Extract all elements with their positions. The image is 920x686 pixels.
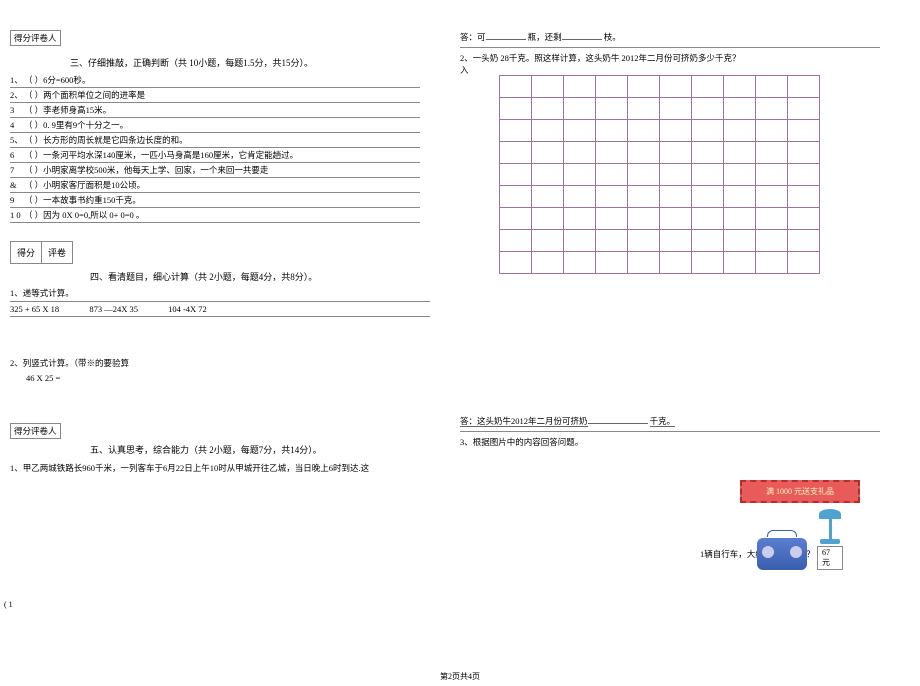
question-2: 2、一头奶 28千克。照这样计算，这头奶牛 2012年二月份可挤奶多少千克？ — [460, 52, 870, 64]
page-footer: 第2页共4页 — [440, 671, 480, 682]
judge-q8: &（ ）小明家客厅面积是10公顷。 — [10, 178, 420, 193]
judge-q7: 7（ ）小明家离学校500米，他每天上学、回家，一个来回一共要走 — [10, 163, 420, 178]
section-3-title: 三、仔细推敲，正确判断（共 10小题，每题1.5分，共15分）。 — [70, 56, 430, 69]
score-grader-header-5: 得分评卷人 — [10, 423, 61, 439]
promo-image: 满 1000 元送支礼品 67 元 — [740, 480, 860, 570]
judge-q5: 5、（ ）长方形的周长就是它四条边长度的和。 — [10, 133, 420, 148]
section-4-title: 四、看清题目，细心计算（共 2小题，每题4分，共8分）。 — [90, 270, 430, 283]
score-grader-header: 得分评卷人 — [10, 30, 61, 46]
sec4-sub1: 1、递等式计算。 — [10, 287, 430, 299]
answer-line-1: 答：可 瓶，还剩 枝。 — [460, 30, 870, 43]
answer-line-2: 答：这头奶牛2012年二月份可挤奶 千克。 — [460, 414, 870, 427]
sec5-q1: 1、甲乙两城铁路长960千米，一列客车于6月22日上午10时从甲城开往乙城，当日… — [10, 462, 430, 474]
price-tag: 67 元 — [817, 546, 843, 570]
left-page-marker: ( 1 — [4, 600, 13, 609]
radio-icon — [757, 538, 807, 570]
score-box-section4: 得分 评卷 — [10, 241, 73, 264]
judge-q1: 1、（ ）6分=600秒。 — [10, 73, 420, 88]
sec4-sub2: 2、列竖式计算。（带※的要验算 — [10, 357, 430, 369]
judge-q10: 1 0（ ）因为 0X 0=0,所以 0+ 0=0 。 — [10, 208, 420, 223]
sec4-sub2-expr: 46 X 25 = — [26, 373, 430, 383]
judge-q9: 9（ ）一本故事书约重150千克。 — [10, 193, 420, 208]
question-3-title: 3、根据图片中的内容回答问题。 — [460, 436, 870, 448]
judge-q4: 4（ ）0. 9里有9个十分之一。 — [10, 118, 420, 133]
expression-row: 325 + 65 X 18 873 —24X 35 104 -4X 72 — [10, 301, 430, 317]
judge-q3: 3（ ）李老师身高15米。 — [10, 103, 420, 118]
judge-q6: 6（ ）一条河平均水深140厘米，一匹小马身高是160厘米，它肯定能趟过。 — [10, 148, 420, 163]
section-5-title: 五、认真思考，综合能力（共 2小题，每题7分，共14分）。 — [90, 443, 430, 456]
judge-q2: 2、（ ）两个面积单位之间的进率是 — [10, 88, 420, 103]
lamp-icon: 67 元 — [817, 509, 843, 570]
promo-banner: 满 1000 元送支礼品 — [740, 480, 860, 503]
calculation-grid — [500, 76, 870, 274]
